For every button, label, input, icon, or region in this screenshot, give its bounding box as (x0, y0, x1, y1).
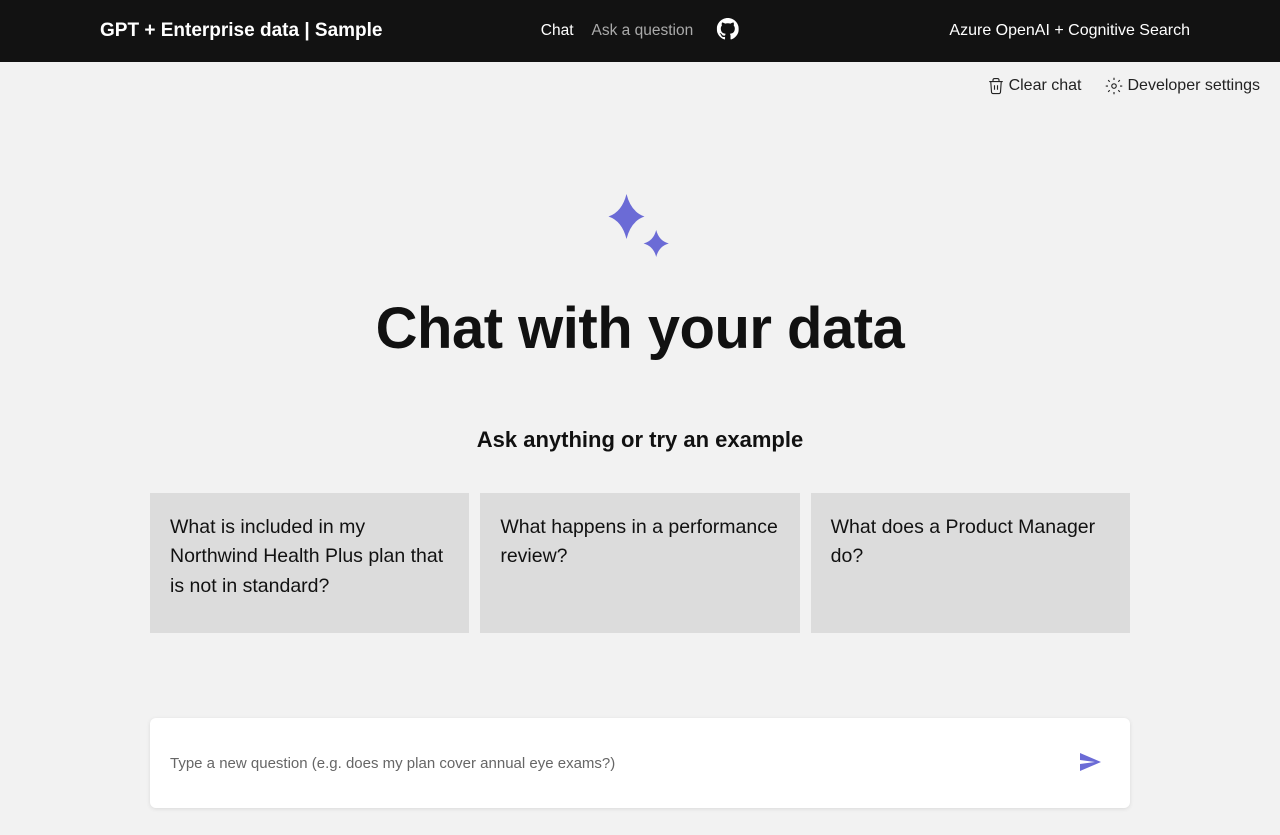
send-icon (1078, 750, 1102, 774)
sparkle-icon (595, 185, 685, 275)
chat-input-container (150, 718, 1130, 808)
clear-chat-label: Clear chat (1009, 77, 1082, 95)
header-nav: Chat Ask a question (541, 18, 739, 45)
toolbar: Clear chat Developer settings (0, 62, 1280, 105)
developer-settings-button[interactable]: Developer settings (1105, 77, 1260, 95)
developer-settings-label: Developer settings (1127, 77, 1260, 95)
page-subtitle: Ask anything or try an example (477, 427, 803, 453)
nav-chat[interactable]: Chat (541, 22, 574, 40)
header-right-text: Azure OpenAI + Cognitive Search (949, 22, 1260, 40)
example-card-2[interactable]: What happens in a performance review? (480, 493, 799, 633)
nav-ask-question[interactable]: Ask a question (592, 22, 694, 40)
example-cards: What is included in my Northwind Health … (150, 493, 1130, 633)
github-link[interactable] (711, 18, 739, 45)
github-icon (717, 18, 739, 40)
send-button[interactable] (1070, 742, 1110, 785)
app-title: GPT + Enterprise data | Sample (20, 20, 949, 42)
clear-chat-button[interactable]: Clear chat (987, 77, 1082, 95)
trash-icon (987, 77, 1005, 95)
page-title: Chat with your data (376, 295, 905, 362)
main-content: Chat with your data Ask anything or try … (0, 105, 1280, 808)
gear-icon (1105, 77, 1123, 95)
header: GPT + Enterprise data | Sample Chat Ask … (0, 0, 1280, 62)
example-card-3[interactable]: What does a Product Manager do? (811, 493, 1130, 633)
chat-input[interactable] (170, 726, 1070, 800)
example-card-1[interactable]: What is included in my Northwind Health … (150, 493, 469, 633)
